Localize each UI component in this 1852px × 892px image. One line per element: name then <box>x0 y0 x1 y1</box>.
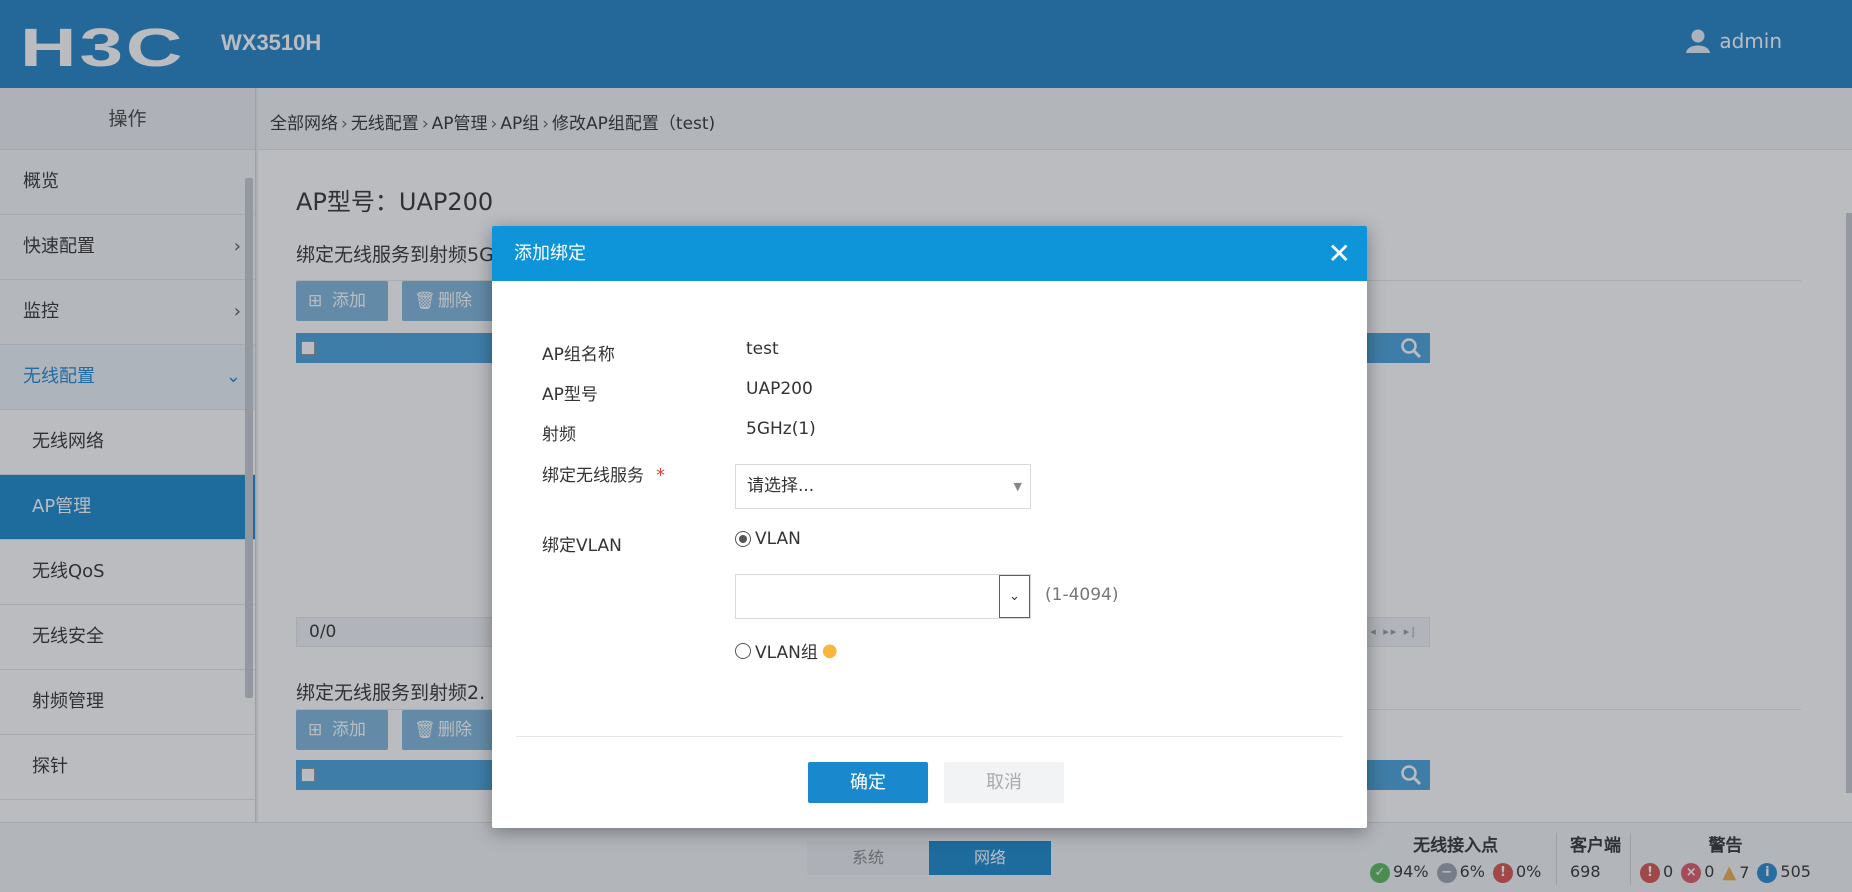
vlan-group-radio[interactable]: VLAN组 ● <box>735 638 838 663</box>
add-binding-dialog: 添加绑定 ✕ AP组名称 test AP型号 UAP200 射频 5GHz(1)… <box>492 226 1367 828</box>
service-select-value: 请选择... <box>747 476 815 496</box>
service-select[interactable]: 请选择... ▼ <box>735 464 1031 509</box>
group-name-label: AP组名称 <box>542 345 615 365</box>
caret-down-icon: ▼ <box>1013 480 1022 493</box>
ap-model-label: AP型号 <box>542 385 598 405</box>
radio-selected-icon <box>735 531 751 547</box>
close-icon[interactable]: ✕ <box>1328 226 1351 281</box>
vlan-group-label: VLAN组 <box>755 643 818 663</box>
vlan-radio[interactable]: VLAN <box>735 529 801 549</box>
service-field-label: 绑定无线服务 * <box>542 461 665 486</box>
vlan-radio-label: VLAN <box>755 529 801 549</box>
vlan-label: 绑定VLAN <box>542 536 622 556</box>
confirm-button[interactable]: 确定 <box>808 762 928 803</box>
required-mark: * <box>656 465 665 486</box>
vlan-range-hint: (1-4094) <box>1045 585 1119 605</box>
radio-unselected-icon <box>735 642 751 659</box>
radio-label: 射频 <box>542 425 576 445</box>
cancel-button[interactable]: 取消 <box>944 762 1064 803</box>
lightbulb-icon[interactable]: ● <box>822 640 838 661</box>
group-name-value: test <box>746 339 779 359</box>
dialog-header: 添加绑定 ✕ <box>492 226 1367 281</box>
radio-value: 5GHz(1) <box>746 419 816 439</box>
service-label-text: 绑定无线服务 <box>542 466 644 486</box>
dialog-title: 添加绑定 <box>514 243 586 264</box>
dialog-footer-divider <box>516 736 1343 737</box>
vlan-input[interactable]: ⌄ <box>735 574 1031 619</box>
chevron-down-icon[interactable]: ⌄ <box>999 575 1030 618</box>
ap-model-value: UAP200 <box>746 379 813 399</box>
